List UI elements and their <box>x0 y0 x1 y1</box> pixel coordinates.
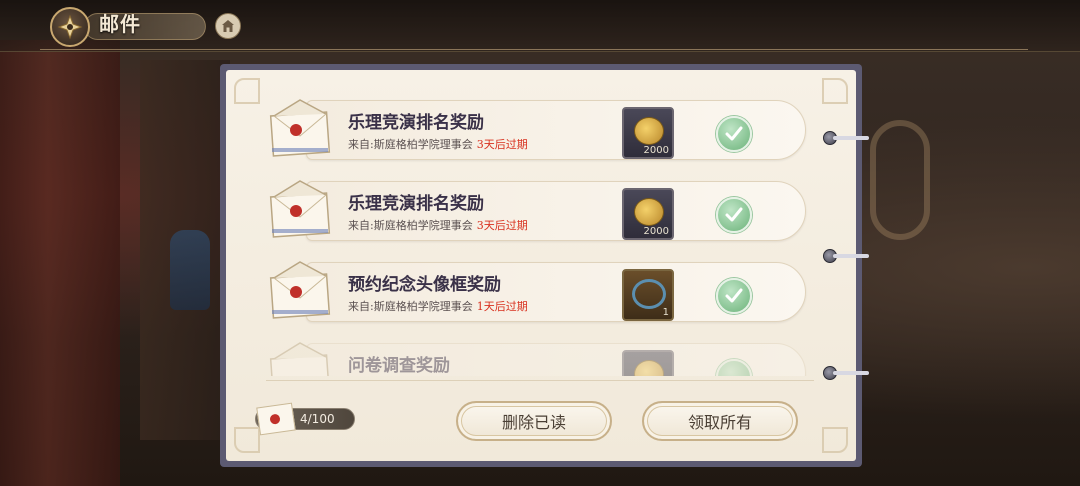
corner-ornament <box>234 427 260 453</box>
reward-slot[interactable] <box>622 350 674 376</box>
gold-coin-icon <box>634 117 664 145</box>
reward-count: 1 <box>662 307 669 318</box>
mail-sender: 来自:斯庭格柏学院理事会 3天后过期 <box>348 136 528 152</box>
gold-coin-icon <box>634 198 664 226</box>
envelope-icon <box>269 180 331 238</box>
claim-all-button[interactable]: 领取所有 <box>642 401 798 441</box>
check-icon[interactable] <box>716 278 752 314</box>
mail-item[interactable]: 预约纪念头像框奖励 来自:斯庭格柏学院理事会 1天后过期 1 <box>266 258 808 326</box>
reward-slot[interactable]: 2000 <box>622 188 674 240</box>
mail-count-badge: 4/100 <box>255 402 355 436</box>
mail-item[interactable]: 乐理竞演排名奖励 来自:斯庭格柏学院理事会 3天后过期 2000 <box>266 177 808 245</box>
mail-expiry: 1天后过期 <box>476 300 528 313</box>
gold-coin-icon <box>634 360 664 376</box>
reward-slot[interactable]: 2000 <box>622 107 674 159</box>
binder-ring-icon <box>823 366 871 380</box>
corner-ornament <box>822 427 848 453</box>
reward-slot[interactable]: 1 <box>622 269 674 321</box>
mail-list[interactable]: 乐理竞演排名奖励 来自:斯庭格柏学院理事会 3天后过期 2000 乐理竞演排名奖励… <box>266 96 814 376</box>
mail-title: 乐理竞演排名奖励 <box>348 194 484 214</box>
mail-sender-text: 来自:斯庭格柏学院理事会 <box>348 138 473 151</box>
avatar-frame-icon <box>632 279 666 309</box>
envelope-icon <box>269 261 331 319</box>
mail-sender: 来自:斯庭格柏学院理事会 1天后过期 <box>348 298 528 314</box>
mail-sender-text: 来自:斯庭格柏学院理事会 <box>348 219 473 232</box>
background-curtain <box>0 40 120 486</box>
list-divider <box>266 380 814 381</box>
mail-item[interactable]: 问卷调查奖励 <box>266 339 808 376</box>
envelope-icon <box>269 99 331 157</box>
background-ornament <box>870 120 930 240</box>
top-bar-divider <box>40 49 1028 50</box>
check-icon[interactable] <box>716 197 752 233</box>
binder-ring-icon <box>823 249 871 263</box>
delete-read-button[interactable]: 删除已读 <box>456 401 612 441</box>
envelope-icon <box>256 402 296 436</box>
reward-count: 2000 <box>643 226 669 237</box>
page-title: 邮件 <box>99 12 141 36</box>
reward-count: 2000 <box>643 145 669 156</box>
mail-title: 预约纪念头像框奖励 <box>348 275 501 295</box>
top-bar: 邮件 <box>0 0 1080 52</box>
home-icon[interactable] <box>215 13 241 39</box>
mail-item[interactable]: 乐理竞演排名奖励 来自:斯庭格柏学院理事会 3天后过期 2000 <box>266 96 808 164</box>
mail-expiry: 3天后过期 <box>476 219 528 232</box>
mail-expiry: 3天后过期 <box>476 138 528 151</box>
binder-ring-icon <box>823 131 871 145</box>
background-lamp <box>170 230 210 310</box>
compass-emblem-icon[interactable] <box>50 7 90 47</box>
mail-title: 乐理竞演排名奖励 <box>348 113 484 133</box>
mail-count: 4/100 <box>300 412 335 426</box>
mail-title: 问卷调查奖励 <box>348 356 450 376</box>
envelope-icon <box>269 342 331 376</box>
mail-sender-text: 来自:斯庭格柏学院理事会 <box>348 300 473 313</box>
corner-ornament <box>234 78 260 104</box>
mail-sender: 来自:斯庭格柏学院理事会 3天后过期 <box>348 217 528 233</box>
check-icon[interactable] <box>716 116 752 152</box>
corner-ornament <box>822 78 848 104</box>
